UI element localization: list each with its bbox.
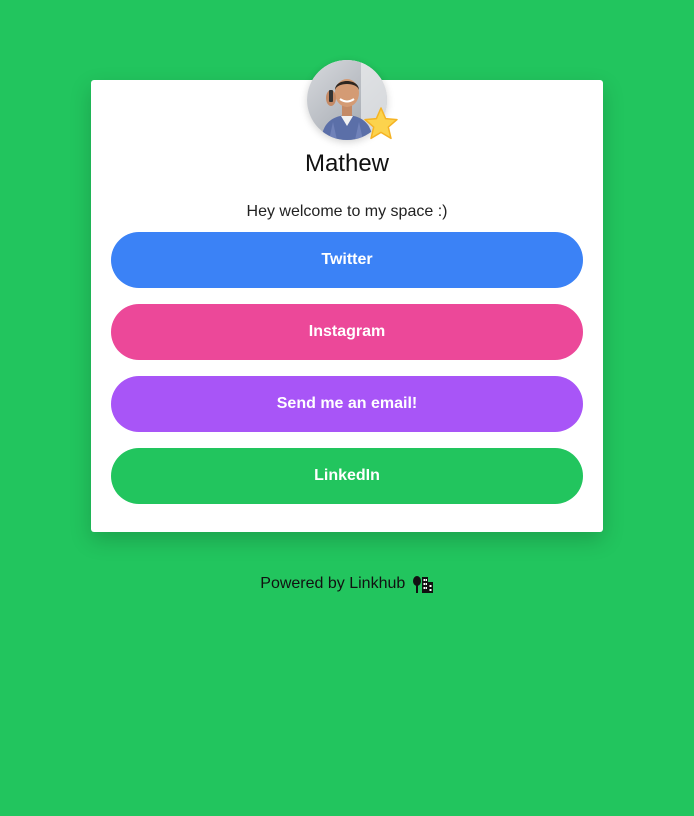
linkedin-link-button[interactable]: LinkedIn	[111, 448, 583, 504]
profile-name: Mathew	[304, 150, 390, 177]
linkedin-link-label: LinkedIn	[314, 467, 380, 484]
email-link-label: Send me an email!	[276, 395, 418, 412]
city-icon	[412, 576, 433, 593]
email-link-button[interactable]: Send me an email!	[111, 376, 583, 432]
instagram-link-button[interactable]: Instagram	[111, 304, 583, 360]
twitter-link-button[interactable]: Twitter	[111, 232, 583, 288]
footer: Powered by Linkhub	[0, 574, 694, 594]
profile-bio: Hey welcome to my space :)	[246, 203, 448, 220]
instagram-link-label: Instagram	[308, 323, 386, 340]
star-icon	[364, 107, 398, 140]
footer-text: Powered by Linkhub	[260, 575, 406, 592]
twitter-link-label: Twitter	[321, 251, 373, 268]
avatar-container	[307, 60, 398, 140]
page: Mathew Hey welcome to my space :) Twitte…	[0, 0, 694, 816]
